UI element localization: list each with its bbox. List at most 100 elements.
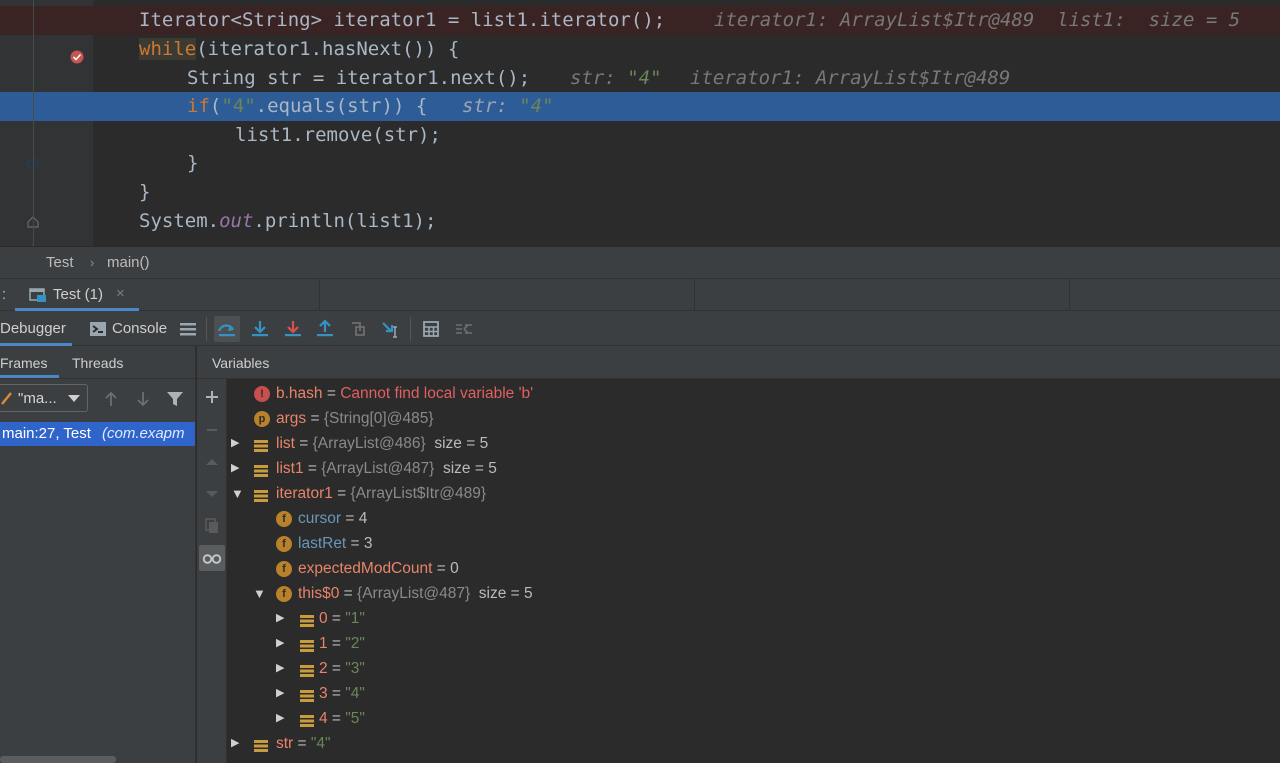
expand-arrow-icon[interactable]: ▶ [276, 631, 290, 656]
run-to-cursor-button[interactable] [378, 316, 404, 342]
variable-name: b.hash [276, 385, 323, 402]
tab-test-session[interactable]: Test (1) × [15, 279, 139, 311]
code-text: } [139, 181, 151, 203]
code-fragment: String str = iterator1.next(); [187, 67, 531, 89]
variable-text: 2 = "3" [319, 656, 365, 681]
breakpoint-icon[interactable] [1, 15, 84, 64]
field-icon: f [276, 586, 292, 602]
local-variable-icon [254, 736, 270, 752]
code-line-1[interactable]: Iterator<String> iterator1 = list1.itera… [0, 6, 1280, 64]
trace-current-stream-button[interactable] [451, 316, 477, 342]
divider [1069, 279, 1070, 311]
close-icon[interactable]: × [116, 285, 125, 302]
new-watch-button[interactable] [199, 384, 225, 410]
variables-panel: Variables ! b.hash = Cannot find local v… [197, 346, 1280, 763]
previous-frame-button[interactable] [100, 388, 122, 410]
variable-value: "5" [345, 710, 365, 727]
code-line-2[interactable]: while(iterator1.hasNext()) { [0, 35, 1280, 114]
expand-arrow-icon[interactable]: ▶ [231, 731, 245, 756]
remove-watch-button[interactable] [199, 417, 225, 443]
expand-arrow-icon[interactable]: ▶ [231, 456, 245, 481]
code-fragment: ( [209, 95, 222, 117]
variable-text: args = {String[0]@485} [276, 406, 434, 431]
variable-name: cursor [298, 510, 342, 527]
equals: = [346, 535, 364, 552]
expand-arrow-icon[interactable]: ▶ [276, 706, 290, 731]
code-line-3[interactable]: String str = iterator1.next(); str: "4" … [0, 64, 1280, 93]
code-text: String str = iterator1.next(); [187, 64, 530, 93]
expand-arrow-icon[interactable]: ▶ [276, 606, 290, 631]
frame-location: main:27, Test [2, 425, 91, 442]
variable-name: iterator1 [276, 485, 333, 502]
variable-text: 4 = "5" [319, 706, 365, 731]
code-line-8[interactable]: System.out.println(list1); [0, 207, 1280, 236]
variable-text: lastRet = 3 [298, 531, 373, 556]
hint-value: "4" [519, 95, 554, 117]
step-over-button[interactable] [247, 316, 273, 342]
variable-text: iterator1 = {ArrayList$Itr@489} [276, 481, 486, 506]
variable-value: "4" [310, 735, 331, 752]
string-literal: "4" [221, 95, 256, 117]
code-text: list1.remove(str); [235, 121, 441, 150]
equals: = [327, 710, 346, 727]
expand-arrow-icon[interactable]: ▶ [276, 656, 290, 681]
code-text: if("4".equals(str)) { [187, 92, 427, 121]
duplicate-watch-button[interactable] [199, 513, 225, 539]
inline-debug-hint: iterator1: ArrayList$Itr@489 [690, 67, 1011, 89]
collapse-arrow-icon[interactable]: ▼ [231, 481, 245, 506]
thread-icon [0, 390, 14, 410]
variable-text: expectedModCount = 0 [298, 556, 459, 581]
code-line-4-current[interactable]: if("4".equals(str)) { str: "4" [0, 92, 1280, 171]
thread-selector-dropdown[interactable]: "ma... [0, 384, 88, 412]
move-watch-down-button[interactable] [199, 481, 225, 507]
next-frame-button[interactable] [132, 388, 154, 410]
code-fragment: .println(list1); [253, 210, 437, 232]
tab-frames[interactable]: Frames [0, 355, 47, 371]
tab-debugger[interactable]: Debugger [0, 311, 72, 346]
variables-title: Variables [212, 355, 270, 371]
force-step-into-button[interactable] [280, 316, 306, 342]
array-element-icon [300, 661, 316, 677]
variable-name: 1 [319, 635, 328, 652]
code-line-6[interactable]: } [0, 149, 1280, 228]
inline-debug-hint: iterator1: ArrayList$Itr@489 list1: size… [714, 9, 1241, 31]
variable-reference: {String[0]@485} [323, 410, 434, 427]
frame-list-item[interactable]: main:27, Test (com.exapm [0, 422, 195, 446]
code-fragment: (iterator1.hasNext()) { [196, 38, 460, 60]
expand-arrow-icon[interactable]: ▶ [276, 681, 290, 706]
step-out-button[interactable] [312, 316, 338, 342]
collapse-arrow-icon[interactable]: ▼ [253, 581, 267, 606]
static-field: out [219, 210, 254, 232]
variable-reference: {ArrayList$Itr@489} [350, 485, 487, 502]
code-editor[interactable]: Iterator<String> iterator1 = list1.itera… [0, 0, 1280, 246]
toolbar-separator [206, 317, 207, 341]
breadcrumb-item-class[interactable]: Test [46, 254, 74, 271]
variable-name: 3 [319, 685, 328, 702]
code-line-7[interactable]: } [0, 178, 1280, 246]
code-text: Iterator<String> iterator1 = list1.itera… [139, 9, 666, 31]
equals: = [327, 685, 346, 702]
variable-reference: {ArrayList@487} [357, 585, 471, 602]
tab-console[interactable]: Console [89, 311, 169, 346]
tab-label: Test (1) [53, 286, 104, 303]
filter-frames-button[interactable] [164, 388, 186, 410]
show-execution-point-button[interactable] [214, 316, 240, 342]
drop-frame-button[interactable] [345, 316, 371, 342]
code-line-5[interactable]: list1.remove(str); [0, 121, 1280, 150]
variable-value: 0 [450, 560, 459, 577]
variable-text: list = {ArrayList@486} size = 5 [276, 431, 488, 456]
variable-text: str = "4" [276, 731, 331, 756]
evaluate-expression-button[interactable] [418, 316, 444, 342]
show-watches-in-variables-button[interactable] [199, 545, 225, 571]
expand-arrow-icon[interactable]: ▶ [231, 431, 245, 456]
code-fragment: list1.remove(str); [235, 124, 441, 146]
layout-menu-button[interactable] [175, 316, 201, 342]
variable-text: list1 = {ArrayList@487} size = 5 [276, 456, 497, 481]
move-watch-up-button[interactable] [199, 449, 225, 475]
breadcrumb-item-method[interactable]: main() [107, 254, 150, 271]
tab-threads[interactable]: Threads [72, 355, 123, 371]
param-glyph: p [254, 411, 270, 427]
horizontal-scrollbar[interactable] [0, 756, 116, 763]
variable-name: list1 [276, 460, 304, 477]
variable-name: list [276, 435, 295, 452]
